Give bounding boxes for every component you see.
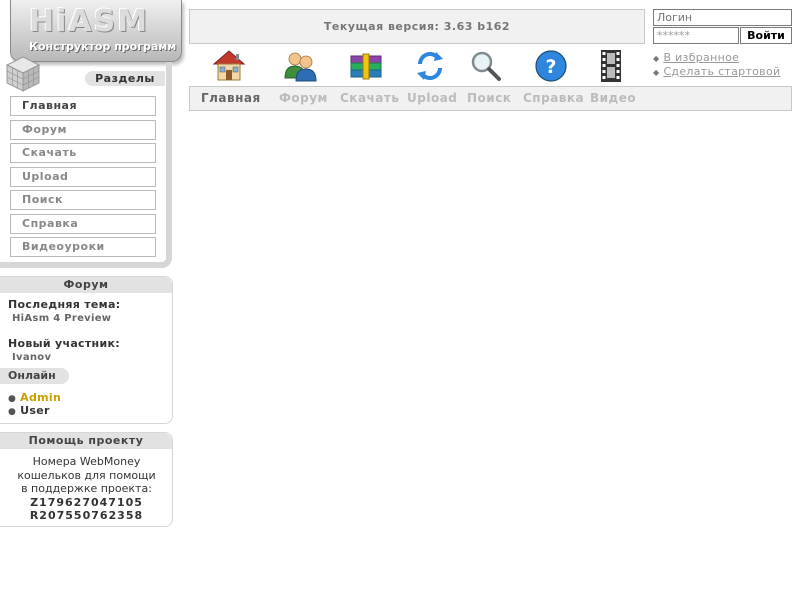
sidebar-item-home[interactable]: Главная [10, 96, 156, 116]
wallet-r: R207550762358 [29, 509, 144, 522]
question-help-icon[interactable]: ? [533, 48, 569, 84]
bullet-icon: ● [8, 407, 17, 417]
users-forum-icon[interactable] [282, 48, 318, 84]
home-icon[interactable] [211, 48, 247, 84]
logo-title: HiASM [29, 4, 150, 39]
sidebar-item-upload[interactable]: Upload [10, 166, 156, 187]
logo-subtitle: Конструктор программ [29, 40, 177, 53]
new-member-link[interactable]: Ivanov [12, 352, 51, 363]
help-box-text: Номера WebMoney кошельков для помощи в п… [0, 455, 173, 523]
tab-video[interactable]: Видео [590, 87, 636, 110]
bullet-icon: ◆ [653, 68, 660, 77]
make-homepage-link[interactable]: ◆ Сделать стартовой [653, 65, 780, 79]
tab-home[interactable]: Главная [201, 87, 261, 110]
film-video-icon[interactable] [593, 48, 629, 84]
help-box-title: Помощь проекту [0, 433, 172, 449]
tab-help[interactable]: Справка [523, 87, 584, 110]
tab-upload[interactable]: Upload [407, 87, 457, 110]
sidebar-nav: Главная Форум Скачать Upload Поиск Справ… [10, 96, 156, 261]
refresh-upload-icon[interactable] [412, 48, 448, 84]
wallet-z: Z179627047105 [30, 495, 143, 509]
sidebar-item-forum[interactable]: Форум [10, 119, 156, 140]
bullet-icon: ● [8, 394, 17, 404]
sidebar-item-videos[interactable]: Видеоуроки [10, 237, 156, 257]
login-button[interactable]: Войти [740, 27, 792, 44]
main-menu-bar: Главная Форум Скачать Upload Поиск Справ… [189, 86, 792, 111]
login-field[interactable] [653, 9, 792, 26]
help-line: Номера WebMoney [32, 455, 141, 468]
help-line: кошельков для помощи [17, 468, 156, 482]
online-user-user[interactable]: ● User [8, 404, 50, 417]
online-user-admin[interactable]: ● Admin [8, 391, 61, 404]
sections-heading: Разделы [85, 71, 165, 86]
sidebar-item-search[interactable]: Поиск [10, 190, 156, 210]
last-topic-link[interactable]: HiAsm 4 Preview [12, 313, 111, 324]
version-banner: Текущая версия: 3.63 b162 [189, 9, 645, 44]
forum-box-title: Форум [0, 277, 172, 293]
help-project-box: Помощь проекту Номера WebMoney кошельков… [0, 432, 173, 527]
new-member-label: Новый участник: [8, 337, 120, 350]
archive-download-icon[interactable] [348, 48, 384, 84]
sidebar-item-download[interactable]: Скачать [10, 143, 156, 163]
magnifier-search-icon[interactable] [468, 48, 504, 84]
top-links: ◆ В избранное ◆ Сделать стартовой [653, 51, 780, 79]
site-logo[interactable]: HiASM Конструктор программ [10, 0, 182, 62]
tab-search[interactable]: Поиск [467, 87, 511, 110]
password-field[interactable] [653, 27, 739, 44]
svg-text:?: ? [545, 56, 556, 78]
forum-box: Форум Последняя тема: HiAsm 4 Preview Но… [0, 276, 173, 424]
tab-forum[interactable]: Форум [279, 87, 328, 110]
sidebar-item-help[interactable]: Справка [10, 213, 156, 234]
bullet-icon: ◆ [653, 54, 660, 63]
cube-icon [5, 56, 41, 92]
add-favorites-link[interactable]: ◆ В избранное [653, 51, 780, 65]
last-topic-label: Последняя тема: [8, 298, 121, 311]
help-line: в поддержке проекта: [21, 482, 152, 495]
online-heading: Онлайн [0, 368, 69, 384]
tab-download[interactable]: Скачать [340, 87, 399, 110]
